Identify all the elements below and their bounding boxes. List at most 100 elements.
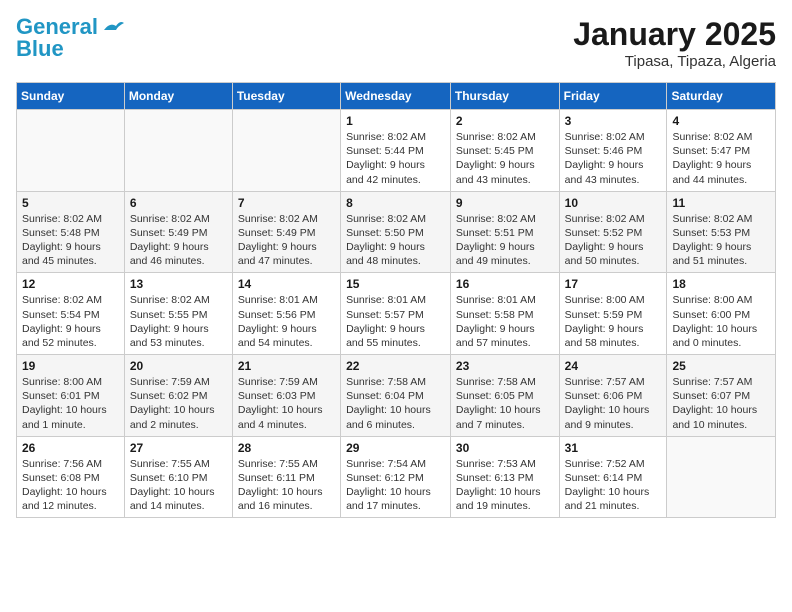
- calendar-cell: [124, 110, 232, 192]
- calendar-cell: 1 Sunrise: 8:02 AM Sunset: 5:44 PM Daylig…: [341, 110, 451, 192]
- day-info: Sunrise: 8:02 AM Sunset: 5:48 PM Dayligh…: [22, 212, 119, 269]
- calendar-cell: 17 Sunrise: 8:00 AM Sunset: 5:59 PM Dayli…: [559, 273, 667, 355]
- day-info: Sunrise: 8:01 AM Sunset: 5:58 PM Dayligh…: [456, 293, 554, 350]
- day-number: 19: [22, 359, 119, 373]
- day-number: 27: [130, 441, 227, 455]
- calendar-cell: 6 Sunrise: 8:02 AM Sunset: 5:49 PM Daylig…: [124, 191, 232, 273]
- day-info: Sunrise: 7:58 AM Sunset: 6:05 PM Dayligh…: [456, 375, 554, 432]
- calendar-week-row: 19 Sunrise: 8:00 AM Sunset: 6:01 PM Dayli…: [17, 355, 776, 437]
- day-number: 20: [130, 359, 227, 373]
- day-info: Sunrise: 8:02 AM Sunset: 5:46 PM Dayligh…: [565, 130, 662, 187]
- logo-text: GeneralBlue: [16, 16, 98, 60]
- page-header: GeneralBlue January 2025 Tipasa, Tipaza,…: [16, 16, 776, 70]
- day-info: Sunrise: 8:01 AM Sunset: 5:56 PM Dayligh…: [238, 293, 335, 350]
- calendar-cell: 15Sunrise: 8:01 AM Sunset: 5:57 PM Dayli…: [341, 273, 451, 355]
- calendar-cell: [232, 110, 340, 192]
- title-section: January 2025 Tipasa, Tipaza, Algeria: [573, 16, 776, 70]
- day-info: Sunrise: 8:00 AM Sunset: 6:01 PM Dayligh…: [22, 375, 119, 432]
- day-number: 31: [565, 441, 662, 455]
- calendar-cell: 25Sunrise: 7:57 AM Sunset: 6:07 PM Dayli…: [667, 355, 776, 437]
- calendar-cell: 11 Sunrise: 8:02 AM Sunset: 5:53 PM Dayli…: [667, 191, 776, 273]
- calendar-cell: 24Sunrise: 7:57 AM Sunset: 6:06 PM Dayli…: [559, 355, 667, 437]
- location-subtitle: Tipasa, Tipaza, Algeria: [573, 53, 776, 70]
- calendar-cell: [667, 436, 776, 518]
- day-number: 2: [456, 114, 554, 128]
- day-number: 24: [565, 359, 662, 373]
- day-info: Sunrise: 7:59 AM Sunset: 6:03 PM Dayligh…: [238, 375, 335, 432]
- calendar-cell: 3 Sunrise: 8:02 AM Sunset: 5:46 PM Daylig…: [559, 110, 667, 192]
- day-info: Sunrise: 8:00 AM Sunset: 5:59 PM Dayligh…: [565, 293, 662, 350]
- logo: GeneralBlue: [16, 16, 124, 60]
- day-number: 14: [238, 277, 335, 291]
- calendar-cell: 26 Sunrise: 7:56 AM Sunset: 6:08 PM Dayli…: [17, 436, 125, 518]
- day-number: 26: [22, 441, 119, 455]
- logo-bird-icon: [102, 18, 124, 40]
- day-number: 21: [238, 359, 335, 373]
- day-info: Sunrise: 8:02 AM Sunset: 5:44 PM Dayligh…: [346, 130, 445, 187]
- calendar-cell: 27 Sunrise: 7:55 AM Sunset: 6:10 PM Dayli…: [124, 436, 232, 518]
- calendar-week-row: 26 Sunrise: 7:56 AM Sunset: 6:08 PM Dayli…: [17, 436, 776, 518]
- day-number: 13: [130, 277, 227, 291]
- day-number: 6: [130, 196, 227, 210]
- day-info: Sunrise: 7:58 AM Sunset: 6:04 PM Dayligh…: [346, 375, 445, 432]
- day-number: 5: [22, 196, 119, 210]
- day-number: 1: [346, 114, 445, 128]
- day-number: 16: [456, 277, 554, 291]
- calendar-week-row: 1 Sunrise: 8:02 AM Sunset: 5:44 PM Daylig…: [17, 110, 776, 192]
- calendar-cell: 2Sunrise: 8:02 AM Sunset: 5:45 PM Daylig…: [450, 110, 559, 192]
- day-info: Sunrise: 7:59 AM Sunset: 6:02 PM Dayligh…: [130, 375, 227, 432]
- calendar-cell: 20 Sunrise: 7:59 AM Sunset: 6:02 PM Dayli…: [124, 355, 232, 437]
- day-info: Sunrise: 7:53 AM Sunset: 6:13 PM Dayligh…: [456, 457, 554, 514]
- calendar-cell: 19 Sunrise: 8:00 AM Sunset: 6:01 PM Dayli…: [17, 355, 125, 437]
- weekday-header: Tuesday: [232, 83, 340, 110]
- day-number: 10: [565, 196, 662, 210]
- day-info: Sunrise: 7:54 AM Sunset: 6:12 PM Dayligh…: [346, 457, 445, 514]
- calendar-cell: 16 Sunrise: 8:01 AM Sunset: 5:58 PM Dayli…: [450, 273, 559, 355]
- day-number: 28: [238, 441, 335, 455]
- day-info: Sunrise: 8:02 AM Sunset: 5:55 PM Dayligh…: [130, 293, 227, 350]
- day-number: 23: [456, 359, 554, 373]
- month-title: January 2025: [573, 16, 776, 53]
- day-number: 3: [565, 114, 662, 128]
- calendar-cell: 21 Sunrise: 7:59 AM Sunset: 6:03 PM Dayli…: [232, 355, 340, 437]
- day-info: Sunrise: 8:02 AM Sunset: 5:52 PM Dayligh…: [565, 212, 662, 269]
- day-number: 29: [346, 441, 445, 455]
- day-info: Sunrise: 8:00 AM Sunset: 6:00 PM Dayligh…: [672, 293, 770, 350]
- calendar-cell: 12 Sunrise: 8:02 AM Sunset: 5:54 PM Dayli…: [17, 273, 125, 355]
- day-info: Sunrise: 8:02 AM Sunset: 5:47 PM Dayligh…: [672, 130, 770, 187]
- day-number: 18: [672, 277, 770, 291]
- weekday-header: Friday: [559, 83, 667, 110]
- calendar-cell: 30 Sunrise: 7:53 AM Sunset: 6:13 PM Dayli…: [450, 436, 559, 518]
- day-info: Sunrise: 8:01 AM Sunset: 5:57 PM Dayligh…: [346, 293, 445, 350]
- calendar-cell: 29 Sunrise: 7:54 AM Sunset: 6:12 PM Dayli…: [341, 436, 451, 518]
- day-number: 17: [565, 277, 662, 291]
- day-number: 30: [456, 441, 554, 455]
- day-info: Sunrise: 8:02 AM Sunset: 5:53 PM Dayligh…: [672, 212, 770, 269]
- day-info: Sunrise: 8:02 AM Sunset: 5:54 PM Dayligh…: [22, 293, 119, 350]
- day-number: 8: [346, 196, 445, 210]
- calendar-cell: 10 Sunrise: 8:02 AM Sunset: 5:52 PM Dayli…: [559, 191, 667, 273]
- day-info: Sunrise: 8:02 AM Sunset: 5:51 PM Dayligh…: [456, 212, 554, 269]
- day-number: 9: [456, 196, 554, 210]
- calendar-cell: 14 Sunrise: 8:01 AM Sunset: 5:56 PM Dayli…: [232, 273, 340, 355]
- calendar-cell: 13 Sunrise: 8:02 AM Sunset: 5:55 PM Dayli…: [124, 273, 232, 355]
- day-info: Sunrise: 7:56 AM Sunset: 6:08 PM Dayligh…: [22, 457, 119, 514]
- day-number: 7: [238, 196, 335, 210]
- calendar-cell: 28Sunrise: 7:55 AM Sunset: 6:11 PM Dayli…: [232, 436, 340, 518]
- weekday-header: Sunday: [17, 83, 125, 110]
- weekday-header: Monday: [124, 83, 232, 110]
- day-number: 12: [22, 277, 119, 291]
- calendar-cell: 8 Sunrise: 8:02 AM Sunset: 5:50 PM Daylig…: [341, 191, 451, 273]
- day-number: 4: [672, 114, 770, 128]
- calendar-table: SundayMondayTuesdayWednesdayThursdayFrid…: [16, 82, 776, 518]
- calendar-cell: 5 Sunrise: 8:02 AM Sunset: 5:48 PM Daylig…: [17, 191, 125, 273]
- day-number: 25: [672, 359, 770, 373]
- calendar-cell: 31Sunrise: 7:52 AM Sunset: 6:14 PM Dayli…: [559, 436, 667, 518]
- day-number: 11: [672, 196, 770, 210]
- calendar-cell: 22Sunrise: 7:58 AM Sunset: 6:04 PM Dayli…: [341, 355, 451, 437]
- weekday-header: Thursday: [450, 83, 559, 110]
- day-info: Sunrise: 8:02 AM Sunset: 5:50 PM Dayligh…: [346, 212, 445, 269]
- day-info: Sunrise: 8:02 AM Sunset: 5:49 PM Dayligh…: [130, 212, 227, 269]
- day-info: Sunrise: 7:55 AM Sunset: 6:10 PM Dayligh…: [130, 457, 227, 514]
- calendar-week-row: 12 Sunrise: 8:02 AM Sunset: 5:54 PM Dayli…: [17, 273, 776, 355]
